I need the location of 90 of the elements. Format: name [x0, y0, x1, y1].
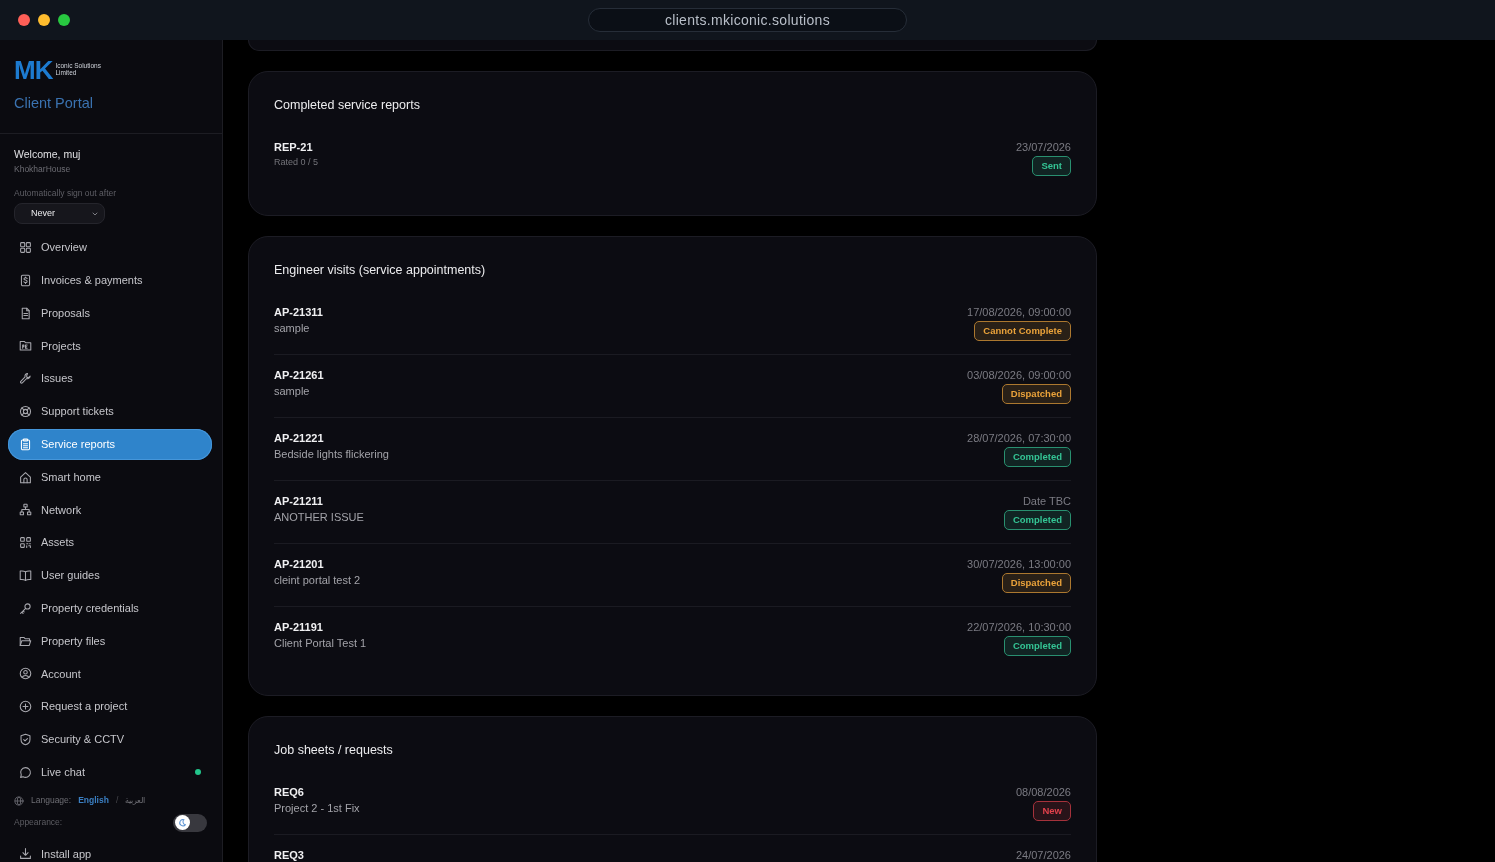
key-icon [18, 601, 32, 615]
nav-item[interactable]: Issues [8, 363, 212, 395]
nav-item[interactable]: Property credentials [8, 592, 212, 624]
record-date: 28/07/2026, 07:30:00 [967, 431, 1071, 445]
language-separator: / [115, 794, 119, 807]
record-id: AP-21211 [274, 494, 324, 508]
record-rating: Rated 0 / 5 [274, 156, 319, 168]
dollar-document-icon [18, 273, 32, 287]
zoom-window-icon[interactable] [58, 14, 70, 26]
nav-item[interactable]: Service reports [8, 428, 212, 460]
clipboard-icon [18, 437, 32, 451]
record-date: 08/08/2026 [1015, 785, 1071, 799]
folder-icon [18, 339, 32, 353]
record-date: 24/07/2026 [1015, 848, 1071, 862]
property-name: KhokharHouse [14, 163, 72, 175]
wrench-icon [18, 372, 32, 386]
shield-check-icon [18, 732, 32, 746]
nav-item[interactable]: Smart home [8, 461, 212, 493]
language-link[interactable]: العربية [125, 794, 146, 807]
logo-mark: MK [14, 60, 53, 80]
nav-item[interactable]: Security & CCTV [8, 723, 212, 755]
status-badge: Cannot Complete [974, 321, 1071, 341]
record-date: 03/08/2026, 09:00:00 [967, 368, 1071, 382]
grid-icon [18, 241, 32, 254]
sign-out-dropdown[interactable]: Never [14, 203, 105, 224]
appearance-label: Appearance: [14, 816, 63, 829]
record-id: AP-21311 [274, 305, 323, 319]
record-id: AP-21201 [274, 557, 325, 571]
nav-item[interactable]: Request a project [8, 691, 212, 723]
record-description: Client Portal Test 1 [274, 636, 367, 651]
record-description: ANOTHER ISSUE [274, 510, 364, 525]
portal-title: Client Portal [14, 94, 94, 112]
folder-icon [18, 634, 32, 648]
record-id: AP-21191 [274, 620, 324, 634]
moon-icon [175, 815, 190, 831]
nav-item[interactable]: Projects [8, 330, 212, 362]
sign-out-label: Automatically sign out after [14, 187, 118, 199]
chat-bubble-icon [18, 765, 32, 779]
minimize-window-icon[interactable] [38, 14, 50, 26]
section-title: Completed service reports [274, 97, 421, 113]
status-badge: Dispatched [1001, 384, 1071, 404]
record-date: 30/07/2026, 13:00:00 [967, 557, 1071, 571]
status-badge: Sent [1032, 156, 1071, 176]
record-description: Project 2 - 1st Fix [274, 801, 360, 816]
record-description: sample [274, 384, 311, 399]
language-link[interactable]: English [78, 794, 109, 807]
language-label: Language: [31, 794, 72, 807]
nav-item[interactable]: Proposals [8, 297, 212, 329]
record-date: Date TBC [1022, 494, 1071, 508]
welcome-text: Welcome, muj [14, 147, 82, 161]
section-title: Job sheets / requests [274, 742, 394, 758]
nav-item[interactable]: Invoices & payments [8, 264, 212, 296]
record-date: 17/08/2026, 09:00:00 [967, 305, 1071, 319]
address-field[interactable]: clients.mkiconic.solutions [588, 8, 907, 32]
nav-item[interactable]: Account [8, 658, 212, 690]
book-icon [18, 568, 32, 582]
record-id: REP-21 [274, 140, 314, 154]
user-circle-icon [18, 667, 32, 681]
record-date: 22/07/2026, 10:30:00 [967, 620, 1071, 634]
record-description: Bedside lights flickering [274, 447, 389, 462]
install-app-link[interactable]: Install app [8, 846, 222, 861]
appearance-switch[interactable] [173, 813, 207, 832]
status-badge: Completed [1003, 636, 1071, 656]
nav-item[interactable]: Assets [8, 527, 212, 559]
nav-item[interactable]: User guides [8, 559, 212, 591]
status-badge: Completed [1003, 510, 1071, 530]
nav-item[interactable]: Property files [8, 625, 212, 657]
record-date: 23/07/2026 [1015, 140, 1071, 154]
status-badge: New [1033, 801, 1071, 821]
squares-icon [18, 536, 32, 550]
record-id: REQ6 [274, 785, 305, 799]
plus-circle-icon [18, 700, 32, 714]
record-id: AP-21221 [274, 431, 325, 445]
close-window-icon[interactable] [18, 14, 30, 26]
globe-icon [14, 795, 24, 806]
lifebuoy-icon [18, 405, 32, 418]
record-description: sample [274, 321, 311, 336]
record-id: AP-21261 [274, 368, 324, 382]
nav-item[interactable]: Network [8, 494, 212, 526]
nav-item[interactable]: Live chat [8, 756, 212, 788]
section-title: Engineer visits (service appointments) [274, 262, 487, 278]
hierarchy-icon [18, 503, 32, 517]
status-badge: Dispatched [1001, 573, 1071, 593]
record-description: cleint portal test 2 [274, 573, 361, 588]
nav-item[interactable]: Overview [8, 232, 212, 263]
nav-item[interactable]: Support tickets [8, 396, 212, 427]
download-icon [18, 847, 32, 861]
record-id: REQ3 [274, 848, 304, 862]
status-badge: Completed [1003, 447, 1071, 467]
house-icon [18, 470, 32, 484]
